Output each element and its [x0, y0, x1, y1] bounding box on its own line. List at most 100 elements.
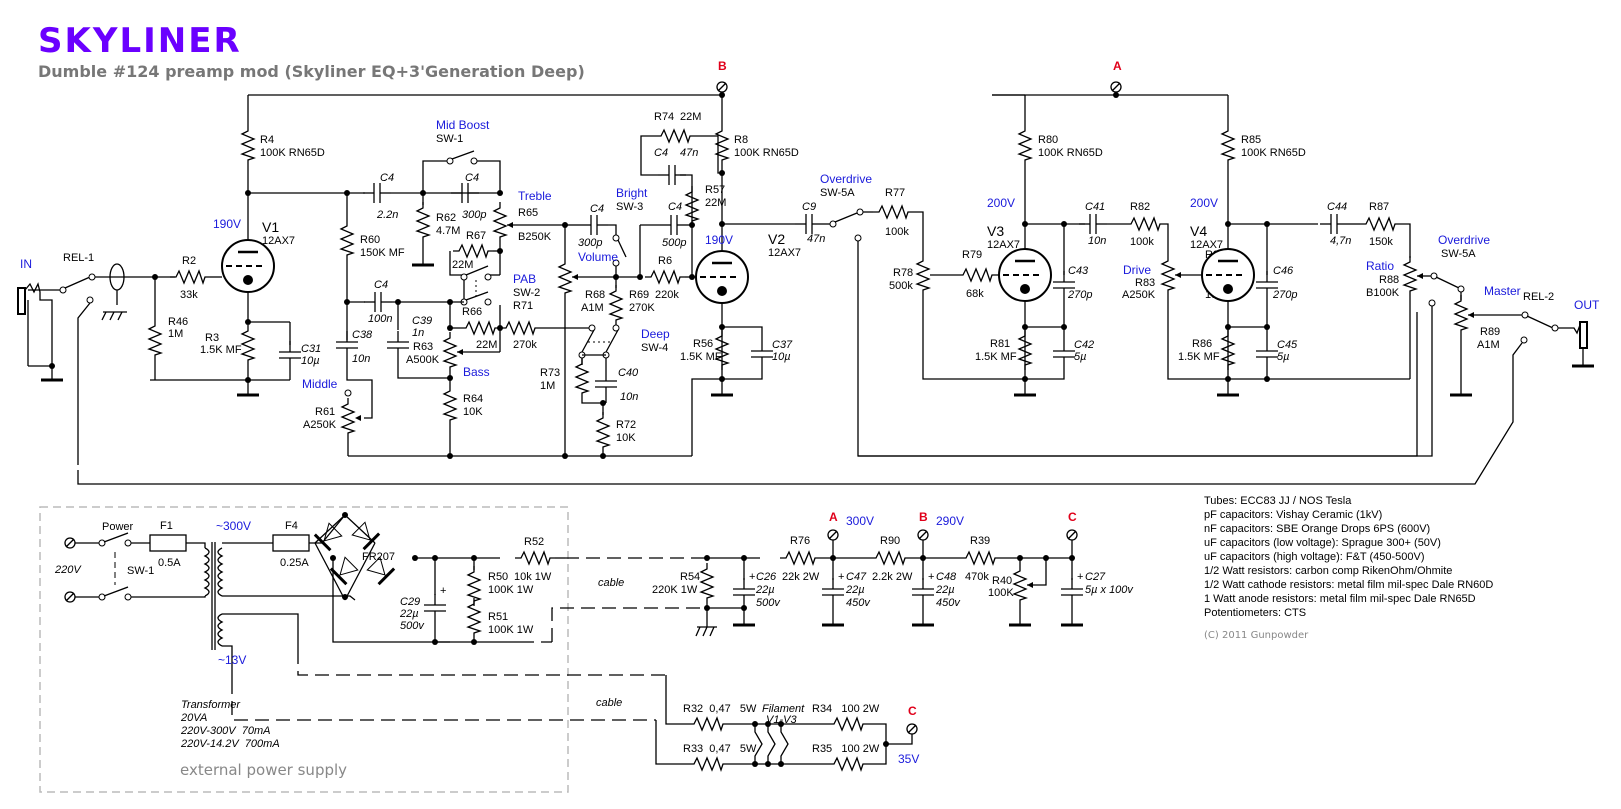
bright-switch[interactable]	[617, 239, 627, 258]
c4a-ref: C4	[380, 172, 394, 184]
tube-v4	[1200, 247, 1256, 303]
node-a-terminal	[1110, 81, 1122, 93]
node-b-voltage: 290V	[936, 514, 964, 528]
pab-switch[interactable]	[465, 291, 489, 301]
r82-value: 100k	[1130, 236, 1154, 248]
mid-boost-switch[interactable]	[451, 150, 475, 160]
v2-voltage: 190V	[705, 233, 733, 247]
overdrive-switch-a[interactable]	[834, 212, 858, 223]
drive-label: Drive	[1123, 263, 1151, 277]
r4-ref: R4	[260, 134, 274, 146]
c46-ref: C46	[1273, 265, 1294, 277]
r73-value: 1M	[540, 380, 555, 392]
r77-value: 100k	[885, 226, 909, 238]
c42-value: 5µ	[1074, 351, 1086, 363]
sw3-label: SW-3	[616, 201, 643, 213]
potentiometer-r89-master[interactable]	[1454, 294, 1468, 336]
r40-value: 100K	[988, 587, 1014, 599]
r79-value: 68k	[966, 288, 984, 300]
ps-sw1-label: SW-1	[127, 565, 154, 577]
r62-value: 4.7M	[436, 225, 460, 237]
r79-ref: R79	[962, 249, 982, 261]
capacitor-c4-47n	[657, 164, 687, 186]
c40-ref: C40	[618, 367, 639, 379]
potentiometer-r61-middle[interactable]	[341, 397, 355, 439]
c4d-ref: C4	[590, 203, 604, 215]
resistor-r71	[499, 321, 541, 335]
resistor-r77	[872, 205, 914, 219]
r88-ref: R88	[1379, 274, 1399, 286]
node-c-supply-terminal	[1066, 529, 1078, 541]
note-line: Potentiometers: CTS	[1204, 607, 1306, 619]
hv-ac-voltage: ~300V	[216, 519, 251, 533]
node-a-voltage: 300V	[846, 514, 874, 528]
bright-label: Bright	[616, 186, 648, 200]
output-jack-icon[interactable]	[1579, 321, 1588, 349]
r69-ref: R69	[629, 289, 649, 301]
filament-voltage: 35V	[898, 752, 919, 766]
external-power-supply-label: external power supply	[180, 761, 347, 779]
c44-value: 4,7n	[1330, 235, 1351, 247]
r86-ref: R86	[1192, 338, 1212, 350]
r85-ref: R85	[1241, 134, 1261, 146]
c4c-value: 100n	[368, 313, 392, 325]
potentiometer-r65-treble[interactable]	[493, 201, 507, 243]
resistor-r35	[827, 757, 869, 771]
c26-value: 22µ	[755, 584, 775, 596]
node-a-supply-label: A	[829, 510, 838, 524]
svg-text:+: +	[1077, 571, 1083, 583]
r40-ref: R40	[992, 575, 1012, 587]
potentiometer-r40[interactable]	[1013, 564, 1027, 606]
r87-ref: R87	[1369, 201, 1389, 213]
resistor-r85	[1221, 124, 1235, 166]
potentiometer-r83-drive[interactable]	[1161, 254, 1175, 296]
f1-ref: F1	[160, 520, 173, 532]
note-line: 1/2 Watt resistors: carbon comp RikenOhm…	[1204, 565, 1452, 577]
potentiometer-r88-ratio[interactable]	[1403, 255, 1417, 297]
r76-value: 22k 2W	[782, 571, 820, 583]
overdrive-switch-b[interactable]	[1435, 276, 1460, 289]
c4f-value: 500p	[662, 237, 686, 249]
r61-value: A250K	[303, 419, 337, 431]
v1-voltage: 190V	[213, 217, 241, 231]
r56-value: 1.5K MF	[680, 351, 722, 363]
r32-label: R32 0,47 5W	[683, 703, 757, 715]
capacitor-c40	[594, 369, 618, 399]
r33-label: R33 0,47 5W	[683, 743, 757, 755]
potentiometer-r78[interactable]	[916, 254, 930, 296]
node-c-supply-label: C	[1068, 510, 1077, 524]
mains-voltage: 220V	[54, 564, 82, 576]
r64-value: 10K	[463, 406, 483, 418]
r52-value: 10k 1W	[514, 571, 552, 583]
r68-value: A1M	[581, 302, 604, 314]
rel1-label: REL-1	[63, 252, 94, 264]
f4-value: 0.25A	[280, 557, 309, 569]
r54-value: 220K 1W	[652, 584, 698, 596]
svg-text:+: +	[749, 571, 755, 583]
v4-ref: V4	[1190, 223, 1207, 239]
capacitor-c4-2n2	[362, 182, 392, 204]
resistor-r66	[459, 321, 501, 335]
mains-terminal-icon	[64, 591, 76, 603]
c45-ref: C45	[1277, 339, 1298, 351]
resistor-r62	[416, 201, 430, 243]
r87-value: 150k	[1369, 236, 1393, 248]
fuse-f4	[272, 534, 310, 552]
r73-ref: R73	[540, 367, 560, 379]
overdrive-label-2: Overdrive	[1438, 233, 1490, 247]
resistor-r51	[467, 597, 481, 639]
c26-voltage: 500v	[756, 597, 781, 609]
v4-voltage: 200V	[1190, 196, 1218, 210]
resistor-r60	[340, 219, 354, 261]
r3-ref: R3	[205, 332, 219, 344]
c4b-value: 300p	[462, 209, 486, 221]
potentiometer-r63-bass[interactable]	[443, 331, 457, 373]
potentiometer-r68-volume[interactable]	[558, 257, 572, 299]
r90-value: 2.2k 2W	[872, 571, 913, 583]
c29-ref: C29	[400, 596, 420, 608]
deep-switch[interactable]	[581, 329, 595, 353]
input-jack-icon[interactable]	[17, 287, 26, 315]
power-switch[interactable]	[103, 532, 129, 543]
r66-value: 22M	[476, 339, 497, 351]
note-line: uF capacitors (low voltage): Sprague 300…	[1204, 537, 1441, 549]
